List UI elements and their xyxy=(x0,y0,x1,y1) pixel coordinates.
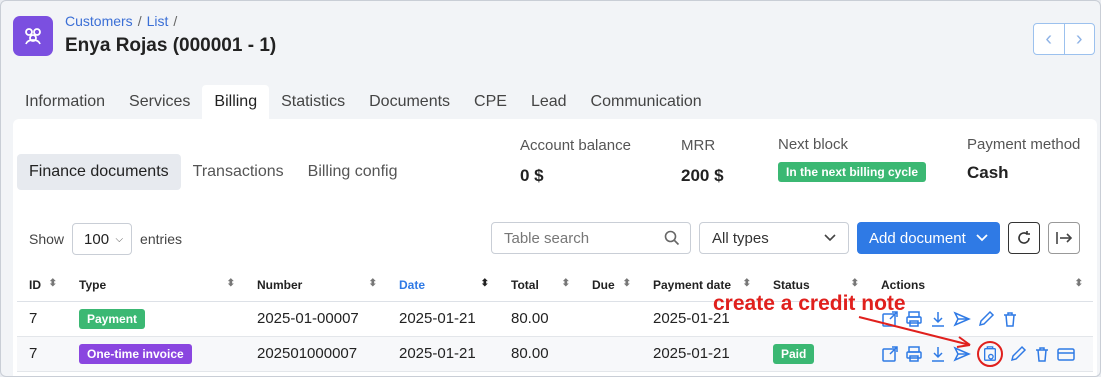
show-label: Show xyxy=(29,231,65,247)
credit-card-icon[interactable] xyxy=(1057,345,1075,363)
type-badge: Payment xyxy=(79,308,146,329)
payment-method-label: Payment method xyxy=(967,136,1081,153)
cell-total: 80.00 xyxy=(499,336,580,372)
payment-method-stat: Payment method Cash xyxy=(967,136,1080,183)
entries-select[interactable]: 100 ⌵ xyxy=(72,223,133,255)
customers-app-icon xyxy=(13,16,53,56)
mrr-stat: MRR 200 $ xyxy=(681,137,724,186)
tab-cpe[interactable]: CPE xyxy=(462,85,519,119)
column-header-total[interactable]: Total ⬍ xyxy=(499,269,580,302)
previous-record-button[interactable]: ‹ xyxy=(1034,24,1065,54)
annotation-label: create a credit note xyxy=(713,292,906,315)
breadcrumb-customers-link[interactable]: Customers xyxy=(65,13,133,29)
next-block-label: Next block xyxy=(778,136,849,153)
subtab-finance-documents[interactable]: Finance documents xyxy=(17,154,181,190)
tab-documents[interactable]: Documents xyxy=(357,85,462,119)
delete-icon[interactable] xyxy=(1033,345,1051,363)
open-external-icon[interactable] xyxy=(881,345,899,363)
export-button[interactable] xyxy=(1048,222,1080,254)
cell-number[interactable]: 202501000007 xyxy=(245,336,387,372)
row-actions xyxy=(881,340,1093,367)
edit-icon[interactable] xyxy=(977,310,995,328)
app-window: Customers / List / Enya Rojas (000001 - 1) … xyxy=(0,0,1101,377)
download-icon[interactable] xyxy=(929,345,947,363)
tab-statistics[interactable]: Statistics xyxy=(269,85,357,119)
account-balance-label: Account balance xyxy=(520,137,631,154)
account-balance-value: 0 $ xyxy=(520,166,544,185)
entries-label: entries xyxy=(140,231,183,247)
main-tabs: Information Services Billing Statistics … xyxy=(13,85,714,119)
subtab-billing-config[interactable]: Billing config xyxy=(296,154,410,190)
account-balance-stat: Account balance 0 $ xyxy=(520,137,631,186)
print-icon[interactable] xyxy=(905,345,923,363)
mrr-label: MRR xyxy=(681,137,716,154)
add-document-label: Add document xyxy=(869,229,966,247)
column-header-type[interactable]: Type ⬍ xyxy=(67,269,245,302)
column-header-id[interactable]: ID ⬍ xyxy=(17,269,67,302)
status-badge: Paid xyxy=(773,343,815,364)
send-icon[interactable] xyxy=(953,345,971,363)
tab-billing[interactable]: Billing xyxy=(202,85,270,119)
edit-icon[interactable] xyxy=(1009,345,1027,363)
send-icon[interactable] xyxy=(953,310,971,328)
add-document-button[interactable]: Add document xyxy=(857,222,1000,254)
page-title: Enya Rojas (000001 - 1) xyxy=(65,35,277,56)
record-pager: ‹ › xyxy=(1033,23,1095,55)
next-block-badge: In the next billing cycle xyxy=(778,162,927,182)
export-icon xyxy=(1056,232,1073,244)
refresh-button[interactable] xyxy=(1008,222,1040,254)
mrr-value: 200 $ xyxy=(681,166,724,185)
cell-number[interactable]: 2025-01-00007 xyxy=(245,301,387,337)
credit-note-icon[interactable] xyxy=(982,345,998,362)
type-badge: One-time invoice xyxy=(79,343,192,364)
tab-information[interactable]: Information xyxy=(13,85,117,119)
type-filter-value: All types xyxy=(712,229,769,247)
download-icon[interactable] xyxy=(929,310,947,328)
column-header-number[interactable]: Number ⬍ xyxy=(245,269,387,302)
entries-control: Show 100 ⌵ entries xyxy=(29,223,182,255)
subtab-transactions[interactable]: Transactions xyxy=(181,154,296,190)
cell-id: 7 xyxy=(17,336,67,372)
entries-value: 100 xyxy=(84,230,110,248)
column-header-date[interactable]: Date ⬍ xyxy=(387,269,499,302)
cell-total: 80.00 xyxy=(499,301,580,337)
type-filter-select[interactable]: All types xyxy=(699,222,849,254)
payment-method-value: Cash xyxy=(967,163,1009,182)
refresh-icon xyxy=(1018,231,1030,244)
billing-panel: Finance documents Transactions Billing c… xyxy=(13,119,1097,376)
credit-note-highlight xyxy=(977,340,1003,367)
billing-subtabs: Finance documents Transactions Billing c… xyxy=(17,154,409,190)
table-search-input[interactable]: Table search xyxy=(491,222,691,254)
row-actions xyxy=(881,310,1093,328)
breadcrumb-list-link[interactable]: List xyxy=(147,13,169,29)
table-row: 7 One-time invoice 202501000007 2025-01-… xyxy=(17,336,1093,372)
cell-due xyxy=(580,336,641,372)
next-record-button[interactable]: › xyxy=(1065,24,1095,54)
chevron-down-icon xyxy=(976,234,988,242)
chevron-down-icon: ⌵ xyxy=(115,233,124,245)
finance-documents-table: ID ⬍ Type ⬍ Number ⬍ Date ⬍ Total ⬍ Due ⬍ Paym… xyxy=(17,269,1093,372)
print-icon[interactable] xyxy=(905,310,923,328)
tab-lead[interactable]: Lead xyxy=(519,85,579,119)
tab-services[interactable]: Services xyxy=(117,85,202,119)
next-block-stat: Next block In the next billing cycle xyxy=(778,136,927,182)
search-icon xyxy=(664,230,680,246)
tab-communication[interactable]: Communication xyxy=(579,85,714,119)
table-search-placeholder: Table search xyxy=(504,229,590,247)
delete-icon[interactable] xyxy=(1001,310,1019,328)
table-row: 7 Payment 2025-01-00007 2025-01-21 80.00… xyxy=(17,301,1093,337)
breadcrumb: Customers / List / xyxy=(65,13,178,29)
cell-payment-date: 2025-01-21 xyxy=(641,336,761,372)
cell-date: 2025-01-21 xyxy=(387,336,499,372)
cell-due xyxy=(580,301,641,337)
cell-date: 2025-01-21 xyxy=(387,301,499,337)
column-header-due[interactable]: Due ⬍ xyxy=(580,269,641,302)
chevron-down-icon xyxy=(824,234,836,242)
table-header-row: ID ⬍ Type ⬍ Number ⬍ Date ⬍ Total ⬍ Due ⬍ Paym… xyxy=(17,269,1093,302)
cell-id: 7 xyxy=(17,301,67,337)
